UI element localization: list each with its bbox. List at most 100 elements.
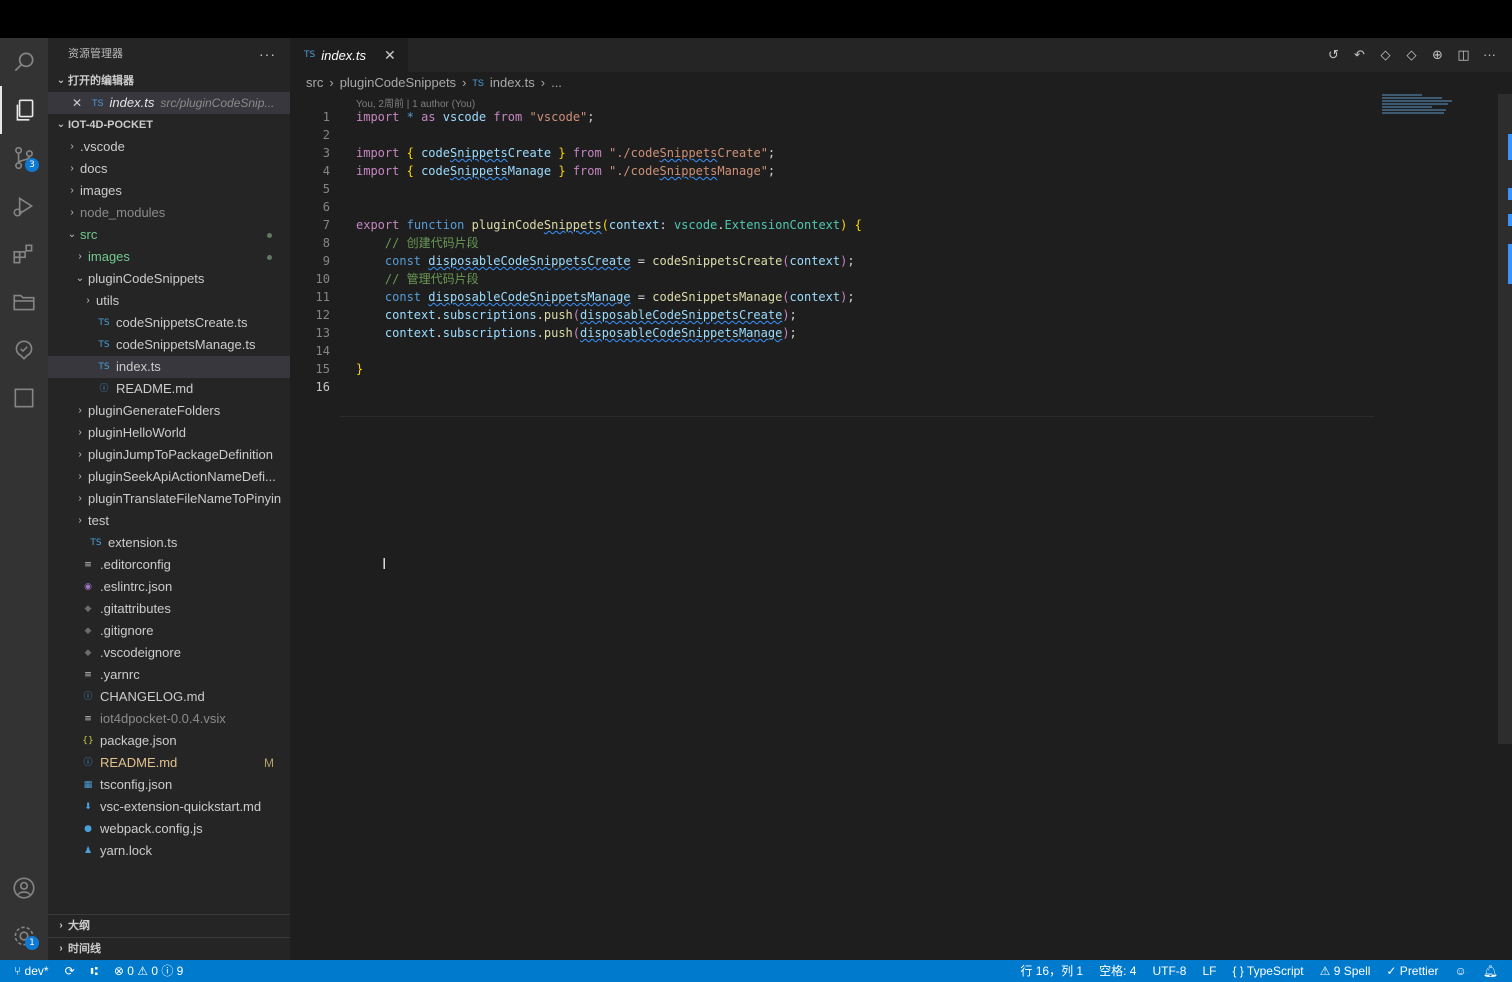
tree-item[interactable]: TS extension.ts xyxy=(48,532,290,554)
breadcrumb-item[interactable]: index.ts xyxy=(490,72,535,94)
indentation[interactable]: 空格: 4 xyxy=(1099,960,1136,982)
code-line: 3 import { codeSnippetsCreate } from "./c… xyxy=(322,146,776,160)
more-actions-icon[interactable]: ··· xyxy=(1481,46,1498,63)
tree-item[interactable]: ≡ .yarnrc xyxy=(48,664,290,686)
breadcrumb-item[interactable]: ... xyxy=(551,72,562,94)
code-line: 9 const disposableCodeSnippetsCreate = c… xyxy=(322,254,855,268)
editor-area: TS index.ts ✕ ↺ ↶ ◇ ◇ ⊕ ◫ ··· src › plug… xyxy=(290,38,1512,960)
tree-item[interactable]: ◆ .vscodeignore xyxy=(48,642,290,664)
breadcrumb-item[interactable]: src xyxy=(306,72,323,94)
tree-item[interactable]: ◆ .gitattributes xyxy=(48,598,290,620)
tree-item[interactable]: › test xyxy=(48,510,290,532)
cursor-position[interactable]: 行 16，列 1 xyxy=(1020,960,1083,982)
project-section[interactable]: ⌄ IOT-4D-POCKET xyxy=(48,114,290,136)
git-status-dot xyxy=(267,255,272,260)
tree-item[interactable]: › node_modules xyxy=(48,202,290,224)
tree-item[interactable]: › pluginGenerateFolders xyxy=(48,400,290,422)
tree-item-label: .gitattributes xyxy=(100,601,171,616)
notifications-bell-icon[interactable]: 🔔︎ xyxy=(1483,960,1498,982)
explorer-icon[interactable] xyxy=(0,86,48,134)
next-change-icon[interactable]: ◇ xyxy=(1403,46,1420,63)
tree-item[interactable]: ⓘ CHANGELOG.md xyxy=(48,686,290,708)
settings-gear-icon[interactable]: 1 xyxy=(0,912,48,960)
tree-item[interactable]: ◉ .eslintrc.json xyxy=(48,576,290,598)
tree-item[interactable]: TS codeSnippetsCreate.ts xyxy=(48,312,290,334)
search-icon[interactable] xyxy=(0,38,48,86)
tree-item[interactable]: › pluginHelloWorld xyxy=(48,422,290,444)
go-back-icon[interactable]: ↶ xyxy=(1351,46,1368,63)
chevron-right-icon: › xyxy=(78,427,82,438)
code-line: 14 xyxy=(315,344,330,358)
minimap[interactable] xyxy=(1382,94,1454,124)
timeline-section[interactable]: › 时间线 xyxy=(48,937,290,960)
tab-close-icon[interactable]: ✕ xyxy=(384,47,396,64)
previous-change-icon[interactable]: ◇ xyxy=(1377,46,1394,63)
open-editors-section[interactable]: ⌄ 打开的编辑器 xyxy=(48,70,290,92)
tree-item-label: .vscode xyxy=(80,139,125,154)
git-graph-icon[interactable]: ⑆ xyxy=(91,960,98,982)
tab-index-ts[interactable]: TS index.ts ✕ xyxy=(290,38,408,72)
square-icon[interactable] xyxy=(0,374,48,422)
tree-item[interactable]: TS codeSnippetsManage.ts xyxy=(48,334,290,356)
tree-item[interactable]: TS index.ts xyxy=(48,356,290,378)
branch-status[interactable]: ⑂ dev* xyxy=(14,960,49,982)
split-editor-icon[interactable]: ◫ xyxy=(1455,46,1472,63)
tree-item[interactable]: › docs xyxy=(48,158,290,180)
source-control-icon[interactable]: 3 xyxy=(0,134,48,182)
vertical-scrollbar[interactable] xyxy=(1498,94,1512,744)
tree-item[interactable]: ♟ yarn.lock xyxy=(48,840,290,862)
file-type-icon: ♟ xyxy=(83,846,93,856)
tree-item[interactable]: › pluginTranslateFileNameToPinyin xyxy=(48,488,290,510)
code-editor[interactable]: 1 import * as vscode from "vscode"; 2 3 im… xyxy=(290,108,1390,396)
close-icon[interactable]: ✕ xyxy=(72,92,88,114)
git-modified-badge: M xyxy=(264,756,274,770)
spell-check-status[interactable]: ⚠ 9 Spell xyxy=(1320,960,1371,982)
tree-item-label: codeSnippetsManage.ts xyxy=(116,337,256,352)
code-line: 13 context.subscriptions.push(disposable… xyxy=(315,326,797,340)
tree-item[interactable]: › images xyxy=(48,246,290,268)
tree-item-label: extension.ts xyxy=(108,535,178,550)
tree-item[interactable]: › pluginJumpToPackageDefinition xyxy=(48,444,290,466)
tree-item[interactable]: ⓘ README.md xyxy=(48,378,290,400)
tree-item[interactable]: › pluginSeekApiActionNameDefi... xyxy=(48,466,290,488)
activity-bar: 3 1 xyxy=(0,38,48,960)
sync-icon[interactable]: ⟳ xyxy=(65,960,75,982)
open-editor-item[interactable]: ✕ TS index.ts src/pluginCodeSnip... xyxy=(48,92,290,114)
breadcrumb-item[interactable]: pluginCodeSnippets xyxy=(340,72,456,94)
tree-item[interactable]: ⌄ pluginCodeSnippets xyxy=(48,268,290,290)
folder-icon[interactable] xyxy=(0,278,48,326)
account-icon[interactable] xyxy=(0,864,48,912)
file-type-icon: TS xyxy=(98,318,110,328)
outline-section[interactable]: › 大纲 xyxy=(48,914,290,937)
run-debug-icon[interactable] xyxy=(0,182,48,230)
problems-status[interactable]: ⊗ 0 ⚠ 0 ⓘ 9 xyxy=(114,960,184,982)
tree-item[interactable]: › .vscode xyxy=(48,136,290,158)
history-icon[interactable]: ↺ xyxy=(1325,46,1342,63)
language-mode[interactable]: { } TypeScript xyxy=(1232,960,1303,982)
chevron-right-icon: › xyxy=(540,75,546,90)
tree-item[interactable]: ▦ tsconfig.json xyxy=(48,774,290,796)
tree-item-label: package.json xyxy=(100,733,177,748)
code-line: 6 xyxy=(322,200,330,214)
tree-item-label: tsconfig.json xyxy=(100,777,173,792)
git-lens-icon[interactable]: ⊕ xyxy=(1429,46,1446,63)
tree-item[interactable]: ⌄ src xyxy=(48,224,290,246)
tree-item[interactable]: ≡ iot4dpocket-0.0.4.vsix xyxy=(48,708,290,730)
tree-item[interactable]: ● webpack.config.js xyxy=(48,818,290,840)
extensions-icon[interactable] xyxy=(0,230,48,278)
feedback-icon[interactable]: ☺ xyxy=(1455,960,1467,982)
tree-item[interactable]: {} package.json xyxy=(48,730,290,752)
more-actions-icon[interactable]: ··· xyxy=(259,38,276,70)
chevron-right-icon: › xyxy=(70,185,74,196)
tree-item[interactable]: ◆ .gitignore xyxy=(48,620,290,642)
tree-item[interactable]: ≡ .editorconfig xyxy=(48,554,290,576)
tree-item[interactable]: › images xyxy=(48,180,290,202)
remote-icon[interactable] xyxy=(0,326,48,374)
encoding[interactable]: UTF-8 xyxy=(1152,960,1186,982)
end-of-line[interactable]: LF xyxy=(1202,960,1216,982)
tree-item-label: src xyxy=(80,227,98,242)
tree-item[interactable]: › utils xyxy=(48,290,290,312)
tree-item[interactable]: ⬇ vsc-extension-quickstart.md xyxy=(48,796,290,818)
prettier-status[interactable]: ✓ Prettier xyxy=(1386,960,1438,982)
tree-item[interactable]: ⓘ README.md M xyxy=(48,752,290,774)
